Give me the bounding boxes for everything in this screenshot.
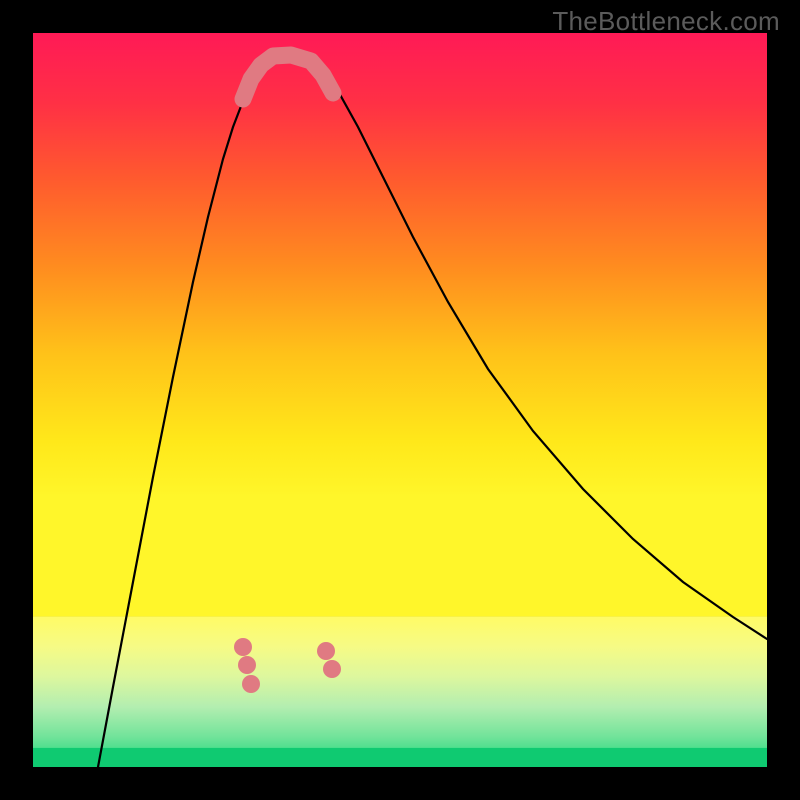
chart-frame: TheBottleneck.com xyxy=(0,0,800,800)
plot-area xyxy=(33,33,767,767)
chart-svg xyxy=(33,33,767,767)
